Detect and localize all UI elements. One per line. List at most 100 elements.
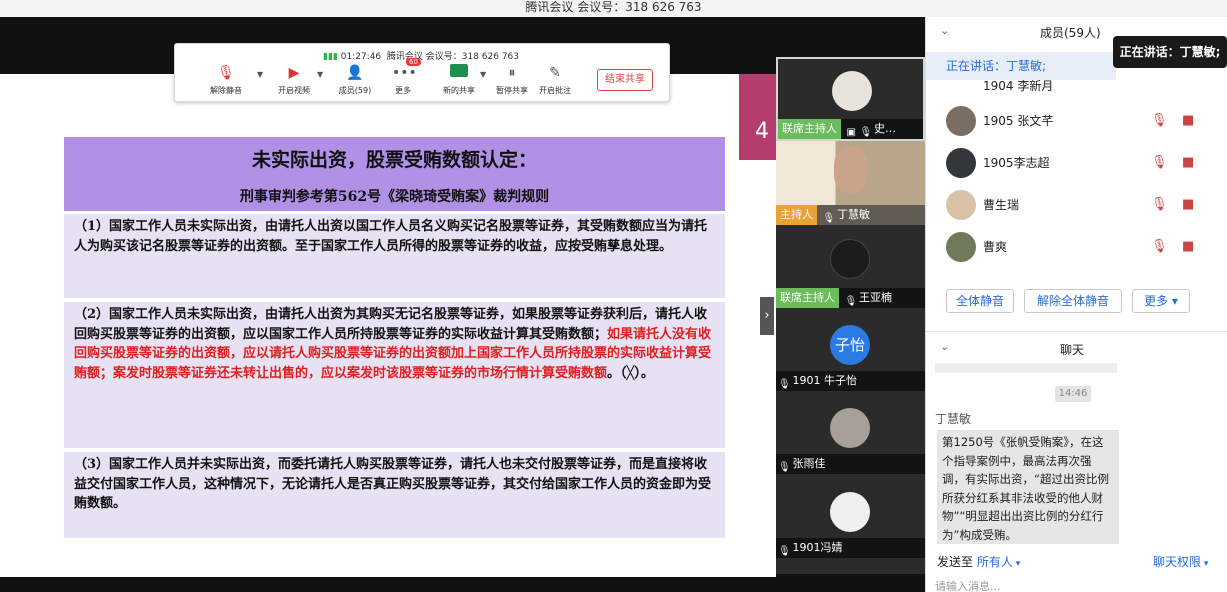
member-row[interactable]: 1904 李新月	[946, 80, 1216, 94]
chevron-down-icon[interactable]: ▼	[257, 70, 263, 79]
tile-label: 🎙 张雨佳	[776, 454, 925, 474]
send-to-selector[interactable]: 发送至 所有人 ▾	[937, 553, 1020, 570]
pause-share-icon: ⏸	[508, 65, 516, 81]
unmute-all-button[interactable]: 解除全体静音	[1024, 289, 1122, 313]
caret-down-icon: ▾	[1171, 294, 1178, 308]
camera-off-icon[interactable]: ■	[1182, 239, 1194, 254]
start-video-button[interactable]: ▶ 开启视频	[271, 64, 317, 96]
mic-muted-icon: 🎙	[217, 65, 235, 81]
member-name: 1904 李新月	[983, 80, 1054, 93]
members-title: 成员(59人)	[1040, 26, 1101, 40]
mic-muted-icon: 🎙	[844, 296, 858, 307]
pause-share-button[interactable]: ⏸ 暂停共享	[489, 64, 535, 96]
slide-paragraph-2: （2）国家工作人员未实际出资，由请托人出资为其购买无记名股票等证券，如果股票等证…	[64, 302, 725, 448]
window-title-bar: 腾讯会议 会议号：318 626 763	[0, 0, 1227, 17]
chat-title: 聊天	[1060, 343, 1085, 357]
tile-label: 联席主持人 ▣ 🎙 史…	[778, 119, 923, 139]
mic-muted-icon: 🎙	[778, 546, 791, 557]
avatar	[946, 148, 976, 178]
members-button[interactable]: 👤 成员(59)	[332, 64, 378, 96]
send-to-label: 发送至	[937, 555, 974, 569]
member-row[interactable]: 1905 张文芊 🎙 ■	[946, 101, 1216, 143]
camera-off-icon[interactable]: ■	[1182, 113, 1194, 128]
video-tile[interactable]: 联席主持人 ▣ 🎙 史…	[776, 57, 925, 141]
host-badge: 主持人	[776, 205, 817, 225]
mute-all-button[interactable]: 全体静音	[946, 289, 1014, 313]
members-icon: 👤	[346, 65, 364, 81]
collapse-members-icon[interactable]: ⌄	[940, 24, 949, 37]
slide-paragraph-1: （1）国家工作人员未实际出资，由请托人出资以国工作人员名义购买记名股票等证券，其…	[64, 214, 725, 298]
avatar	[830, 239, 870, 279]
end-share-button[interactable]: 结束共享	[597, 69, 653, 91]
mic-muted-icon[interactable]: 🎙	[1151, 113, 1168, 128]
chevron-down-icon[interactable]: ▼	[317, 70, 323, 79]
meeting-info: ▮▮▮ 01:27:46 腾讯会议 会议号：318 626 763	[323, 49, 519, 62]
chevron-down-icon[interactable]: ▼	[480, 70, 486, 79]
unmute-button[interactable]: 🎙 解除静音	[203, 64, 249, 96]
tile-label: 🎙 1901冯婧	[776, 538, 925, 558]
screen-share-icon: ▣	[846, 127, 856, 138]
camera-off-icon[interactable]: ■	[1182, 155, 1194, 170]
chat-message: 第1250号《张帆受贿案》，在这个指导案例中，最高法再次强调，有实际出资，“超过…	[937, 430, 1119, 544]
divider	[926, 331, 1227, 332]
mic-icon: 🎙	[822, 213, 836, 224]
annotate-icon: ✎	[549, 65, 561, 81]
speaking-indicator: 正在讲话：丁慧敏;	[926, 52, 1116, 80]
tile-label: 主持人 🎙 丁慧敏	[776, 205, 925, 225]
collapse-chat-icon[interactable]: ⌄	[940, 340, 949, 353]
mic-muted-icon[interactable]: 🎙	[1151, 239, 1168, 254]
mic-muted-icon: 🎙	[859, 127, 873, 138]
avatar	[830, 408, 870, 448]
member-name: 1905李志超	[983, 156, 1050, 170]
caret-down-icon: ▾	[1012, 559, 1021, 569]
mic-muted-icon: 🎙	[778, 462, 791, 473]
slide-title: 未实际出资，股票受贿数额认定：	[251, 149, 537, 171]
cohost-badge: 联席主持人	[776, 288, 839, 308]
slide-page-number: 4	[739, 74, 776, 160]
chat-input[interactable]: 请输入消息...	[935, 580, 1205, 592]
member-row[interactable]: 曹爽 🎙 ■	[946, 227, 1216, 269]
mic-muted-icon[interactable]: 🎙	[1151, 155, 1168, 170]
more-options-button[interactable]: 更多 ▾	[1132, 289, 1190, 313]
expand-video-strip-button[interactable]: ›	[760, 297, 774, 335]
signal-icon: ▮▮▮	[323, 52, 338, 62]
avatar	[832, 71, 872, 111]
more-icon: •••	[392, 65, 417, 81]
meeting-timer: 01:27:46	[340, 52, 382, 62]
video-tile[interactable]: 子怡 🎙 1901 牛子怡	[776, 308, 925, 391]
chat-sender: 丁慧敏	[935, 412, 972, 426]
video-tile[interactable]: 🎙 1901冯婧	[776, 474, 925, 574]
avatar	[834, 147, 868, 193]
window-title: 腾讯会议 会议号：318 626 763	[525, 0, 702, 14]
video-tile[interactable]: 🎙 张雨佳	[776, 391, 925, 474]
more-button[interactable]: ••• 60 更多	[380, 58, 426, 96]
paragraph-2-end: 。（╳）。	[607, 365, 654, 381]
previous-message-bubble	[935, 363, 1117, 373]
caret-down-icon: ▾	[1201, 559, 1209, 569]
tile-label: 🎙 1901 牛子怡	[776, 371, 925, 391]
avatar	[946, 190, 976, 220]
member-row[interactable]: 1905李志超 🎙 ■	[946, 143, 1216, 185]
member-name: 曹爽	[983, 240, 1008, 254]
member-name: 曹生瑞	[983, 198, 1020, 212]
avatar	[946, 106, 976, 136]
new-share-button[interactable]: 新的共享	[436, 64, 482, 96]
annotate-button[interactable]: ✎ 开启批注	[532, 64, 578, 96]
chat-permission-button[interactable]: 聊天权限 ▾	[1153, 553, 1208, 570]
member-name: 1905 张文芊	[983, 114, 1054, 128]
video-tile[interactable]: 主持人 🎙 丁慧敏	[776, 141, 925, 225]
camera-off-icon: ▶	[288, 65, 300, 81]
member-row[interactable]: 曹生瑞 🎙 ■	[946, 185, 1216, 227]
avatar	[830, 492, 870, 532]
mic-muted-icon: 🎙	[778, 379, 791, 390]
cohost-badge: 联席主持人	[778, 119, 841, 139]
meeting-toolbar: ▮▮▮ 01:27:46 腾讯会议 会议号：318 626 763 🎙 解除静音…	[174, 43, 670, 102]
speaking-tooltip: 正在讲话：丁慧敏;	[1113, 36, 1227, 68]
camera-off-icon[interactable]: ■	[1182, 197, 1194, 212]
mic-muted-icon[interactable]: 🎙	[1151, 197, 1168, 212]
send-to-value[interactable]: 所有人	[977, 555, 1013, 569]
chat-timestamp: 14:46	[1055, 386, 1091, 402]
share-screen-icon	[448, 64, 470, 82]
slide-paragraph-3: （3）国家工作人员并未实际出资，而委托请托人购买股票等证券，请托人也未交付股票等…	[64, 452, 725, 538]
video-tile[interactable]: 联席主持人 🎙 王亚楠	[776, 225, 925, 308]
